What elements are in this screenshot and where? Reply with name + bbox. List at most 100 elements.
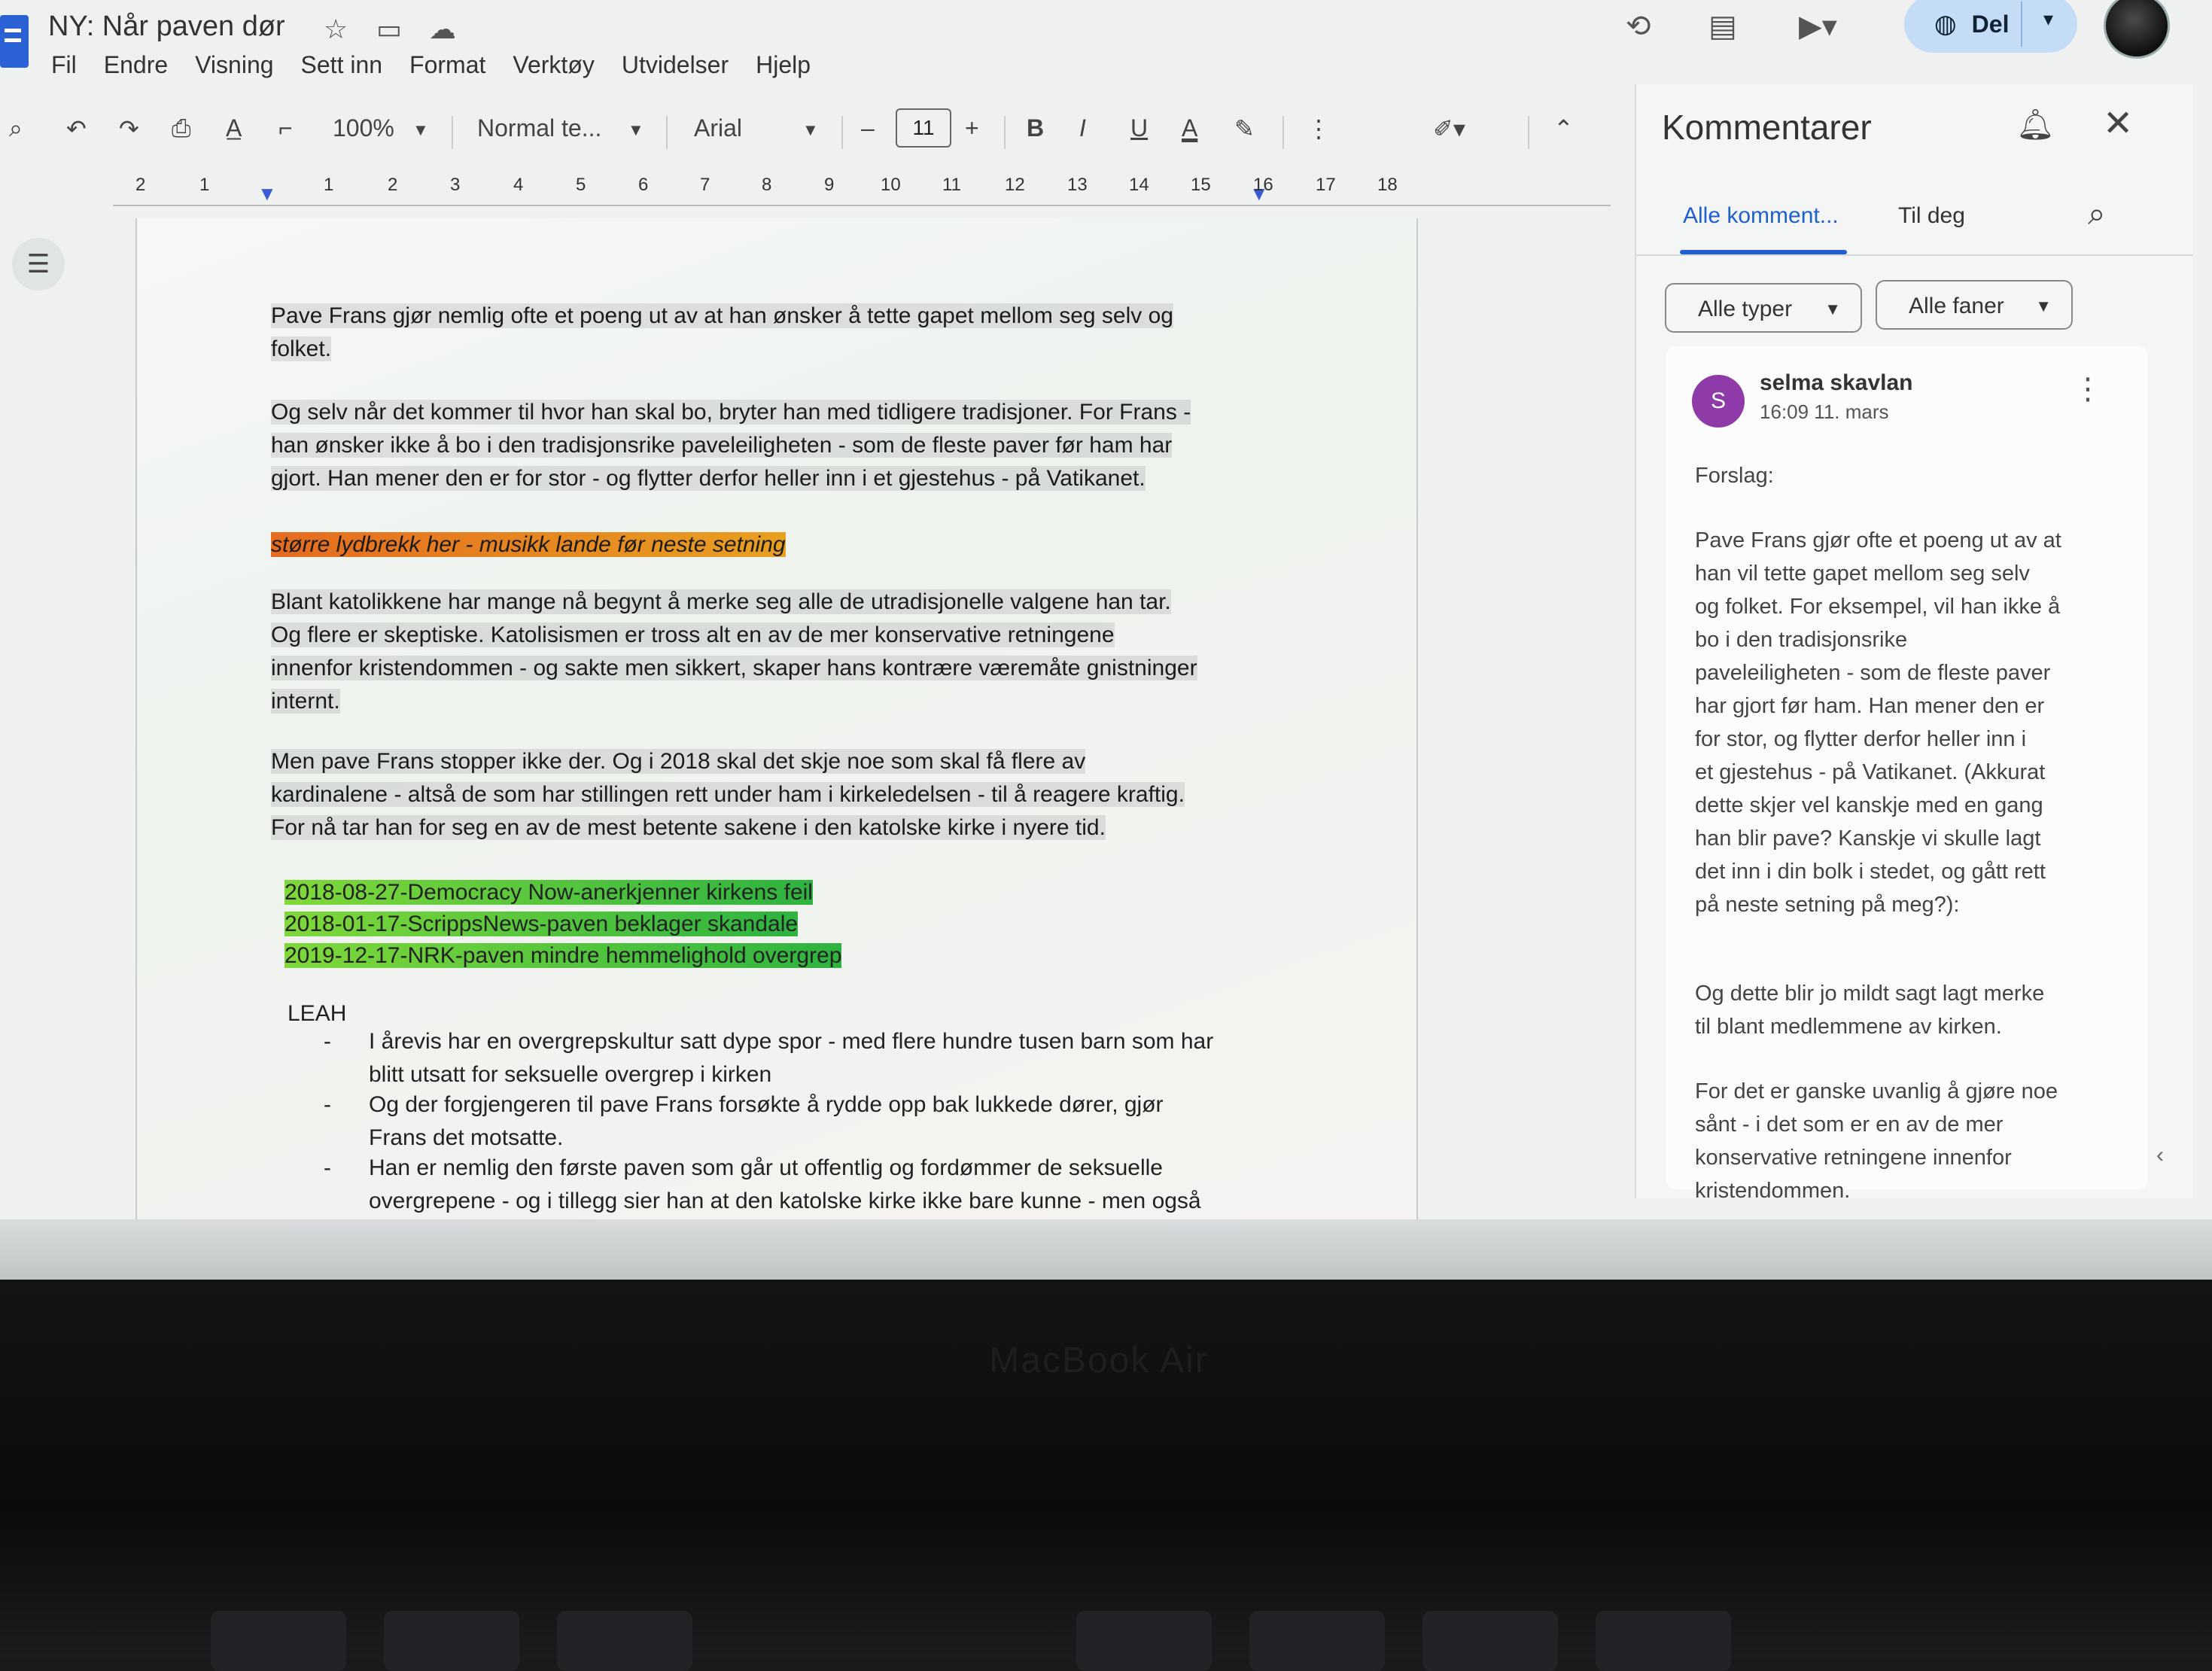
comment-line: han vil tette gapet mellom seg selv xyxy=(1695,562,2030,586)
note-text: større lydbrekk her - musikk lande før n… xyxy=(271,532,786,557)
bell-icon[interactable]: 🔔︎ xyxy=(2016,107,2055,142)
source-link[interactable]: 2018-08-27-Democracy Now-anerkjenner kir… xyxy=(284,876,813,909)
underline-button[interactable]: U xyxy=(1130,114,1148,142)
paragraph-3[interactable]: Blant katolikkene har mange nå begynt å … xyxy=(271,586,1279,718)
comment-body: Og dette blir jo mildt sagt lagt merke t… xyxy=(1695,977,2116,1043)
source-link[interactable]: 2019-12-17-NRK-paven mindre hemmelighold… xyxy=(284,939,842,972)
menu-sett-inn[interactable]: Sett inn xyxy=(301,51,383,79)
zoom-select[interactable]: 100% xyxy=(333,114,394,142)
ruler-label: 15 xyxy=(1191,175,1211,195)
font-size-input[interactable]: 11 xyxy=(896,108,951,148)
undo-icon[interactable]: ↶ xyxy=(66,114,87,143)
ruler-label: 18 xyxy=(1377,175,1398,195)
pencil-icon[interactable]: ✐▾ xyxy=(1433,114,1465,143)
menu-visning[interactable]: Visning xyxy=(195,51,273,79)
source-link-text: 2019-12-17-NRK-paven mindre hemmelighold… xyxy=(284,943,842,968)
paragraph-2[interactable]: Og selv når det kommer til hvor han skal… xyxy=(271,396,1279,495)
comment-line: det inn i din bolk i stedet, og gått ret… xyxy=(1695,860,2046,884)
production-note[interactable]: større lydbrekk her - musikk lande før n… xyxy=(271,528,1279,562)
filter-tabs-label: Alle faner xyxy=(1909,294,2004,318)
comments-panel: Kommentarer 🔔︎ ✕ Alle komment... Til deg… xyxy=(1635,84,2193,1203)
chevron-down-icon[interactable]: ▾ xyxy=(2043,8,2053,31)
chevron-down-icon[interactable]: ▼ xyxy=(802,120,819,140)
comment-card[interactable]: S selma skavlan 16:09 11. mars ⋮ Forslag… xyxy=(1666,346,2148,1203)
menu-hjelp[interactable]: Hjelp xyxy=(756,51,811,79)
tab-all-comments[interactable]: Alle komment... xyxy=(1683,203,1839,229)
video-icon[interactable]: ▶▾ xyxy=(1799,9,1837,44)
keycap xyxy=(1596,1611,1731,1671)
font-select[interactable]: Arial xyxy=(694,114,742,142)
outline-icon[interactable]: ☰ xyxy=(12,238,65,291)
comment-line: har gjort før ham. Han mener den er xyxy=(1695,694,2045,718)
menubar: Fil Endre Visning Sett inn Format Verktø… xyxy=(51,51,838,79)
bullet-dash: - xyxy=(324,1029,331,1054)
source-link-text: 2018-08-27-Democracy Now-anerkjenner kir… xyxy=(284,880,813,905)
source-link[interactable]: 2018-01-17-ScrippsNews-paven beklager sk… xyxy=(284,908,799,941)
toolbar-divider xyxy=(1282,116,1284,149)
more-icon[interactable]: ⋮ xyxy=(1307,114,1331,143)
folder-icon[interactable]: ▭ xyxy=(376,14,402,45)
search-icon[interactable]: ⌕ xyxy=(9,114,23,143)
comment-body: For det er ganske uvanlig å gjøre noe så… xyxy=(1695,1075,2116,1207)
text-color-button[interactable]: A xyxy=(1182,114,1197,142)
tab-for-you[interactable]: Til deg xyxy=(1898,203,1965,229)
comment-icon[interactable]: ▤ xyxy=(1708,9,1737,44)
paint-format-icon[interactable]: ⌐ xyxy=(278,114,293,142)
search-icon[interactable]: ⌕ xyxy=(2088,196,2106,233)
menu-fil[interactable]: Fil xyxy=(51,51,77,79)
divider xyxy=(1636,254,2193,256)
chevron-down-icon[interactable]: ▼ xyxy=(412,120,429,140)
ruler-label: 1 xyxy=(199,175,210,195)
text-line: innenfor kristendommen - og sakte men si… xyxy=(271,656,1197,680)
comment-line: for stor, og flytter derfor heller inn i xyxy=(1695,727,2027,751)
account-avatar[interactable] xyxy=(2104,0,2170,59)
cloud-icon[interactable]: ☁ xyxy=(429,14,456,45)
ruler-label: 2 xyxy=(388,175,398,195)
keycap xyxy=(1076,1611,1212,1671)
comment-line: Pave Frans gjør ofte et poeng ut av at xyxy=(1695,528,2061,552)
print-icon[interactable]: ⎙ xyxy=(172,114,191,143)
document-title[interactable]: NY: Når paven dør xyxy=(48,11,285,43)
comment-timestamp: 16:09 11. mars xyxy=(1760,400,1889,423)
decrease-font-button[interactable]: – xyxy=(861,114,875,142)
history-icon[interactable]: ⟲ xyxy=(1626,9,1651,44)
paragraph-4[interactable]: Men pave Frans stopper ikke der. Og i 20… xyxy=(271,745,1279,845)
keycap xyxy=(1422,1611,1558,1671)
laptop-bezel xyxy=(0,1280,2212,1660)
ruler-label: 10 xyxy=(881,175,901,195)
docs-logo-icon[interactable] xyxy=(0,15,29,68)
close-icon[interactable]: ✕ xyxy=(2103,102,2133,145)
indent-marker-icon[interactable]: ▼ xyxy=(257,182,277,205)
ruler-label: 5 xyxy=(576,175,586,195)
keycap xyxy=(557,1611,692,1671)
menu-format[interactable]: Format xyxy=(409,51,485,79)
more-options-icon[interactable]: ⋮ xyxy=(2073,372,2103,406)
chevron-down-icon: ▼ xyxy=(2035,297,2052,315)
ruler-label: 4 xyxy=(513,175,524,195)
star-icon[interactable]: ☆ xyxy=(324,14,348,45)
ruler-label: 2 xyxy=(135,175,146,195)
increase-font-button[interactable]: + xyxy=(965,114,979,142)
highlighter-icon[interactable]: ✎ xyxy=(1234,114,1255,143)
globe-icon: ◍ xyxy=(1934,10,1957,38)
ruler-label: 12 xyxy=(1005,175,1025,195)
redo-icon[interactable]: ↷ xyxy=(119,114,139,143)
collapse-icon[interactable]: ⌃ xyxy=(1553,114,1574,143)
menu-utvidelser[interactable]: Utvidelser xyxy=(622,51,729,79)
bold-button[interactable]: B xyxy=(1027,114,1044,142)
filter-types-dropdown[interactable]: Alle typer ▼ xyxy=(1665,283,1862,333)
comment-line: et gjestehus - på Vatikanet. (Akkurat xyxy=(1695,760,2046,784)
paragraph-1[interactable]: Pave Frans gjør nemlig ofte et poeng ut … xyxy=(271,300,1279,366)
chevron-down-icon[interactable]: ▼ xyxy=(628,120,644,140)
toolbar-divider xyxy=(1528,116,1529,149)
share-label: Del xyxy=(1971,10,2010,38)
menu-endre[interactable]: Endre xyxy=(104,51,168,79)
spellcheck-icon[interactable]: A̲ xyxy=(226,114,242,142)
share-button[interactable]: ◍ Del ▾ xyxy=(1904,0,2077,53)
filter-tabs-dropdown[interactable]: Alle faner ▼ xyxy=(1876,280,2073,330)
menu-verktoy[interactable]: Verktøy xyxy=(513,51,594,79)
comment-line: paveleiligheten - som de fleste paver xyxy=(1695,661,2051,685)
chevron-left-icon[interactable]: ‹ xyxy=(2145,1129,2175,1182)
italic-button[interactable]: I xyxy=(1079,114,1086,142)
style-select[interactable]: Normal te... xyxy=(477,114,601,142)
